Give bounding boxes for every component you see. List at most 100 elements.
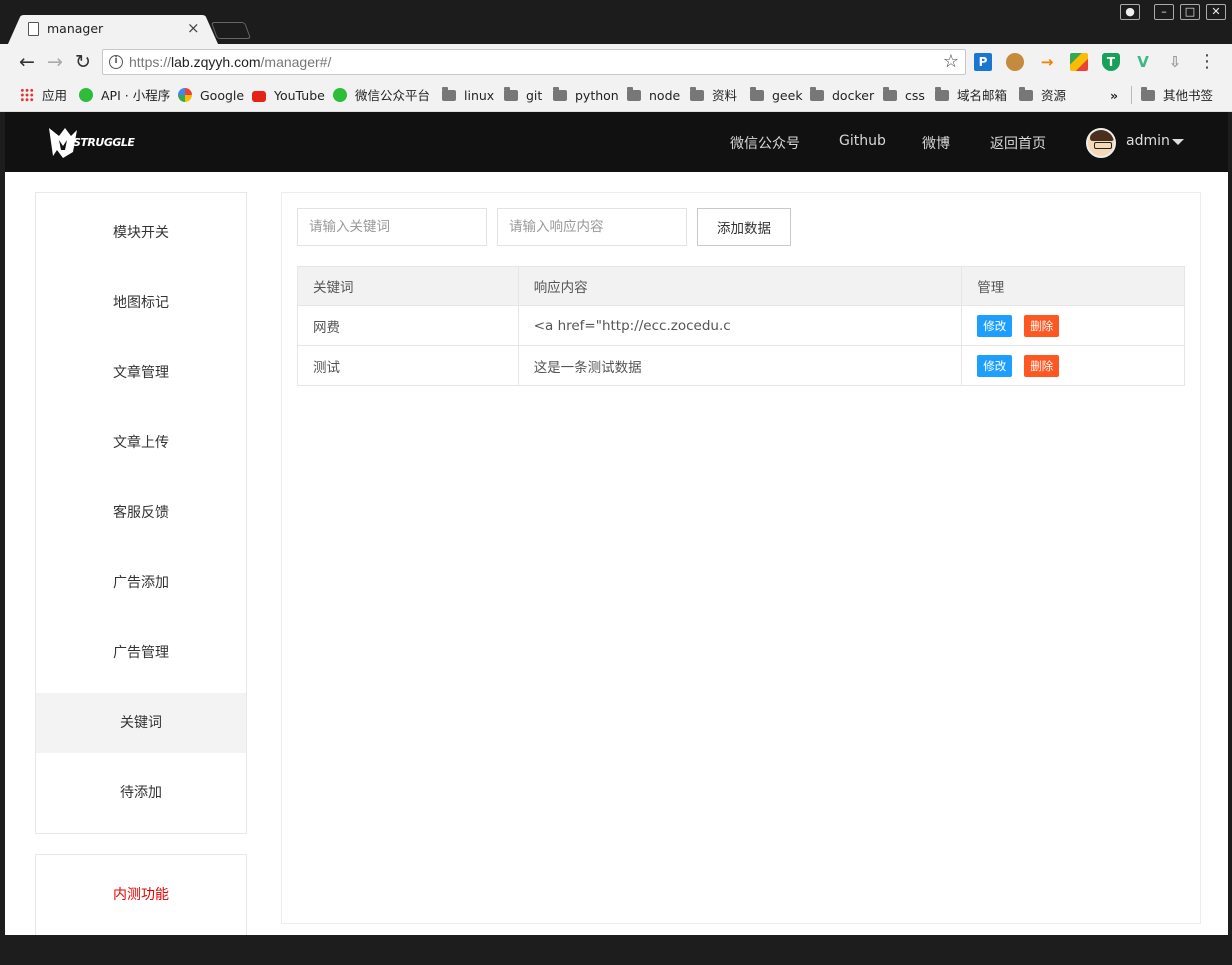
cell-manage: 修改 删除 <box>961 305 1185 346</box>
forward-arrow-icon[interactable]: → <box>44 51 66 73</box>
edit-button[interactable]: 修改 <box>977 354 1013 377</box>
bookmark-label: linux <box>464 88 495 103</box>
folder-icon <box>1019 87 1033 101</box>
bookmark-other[interactable]: 其他书签 <box>1141 87 1213 105</box>
bookmark-apps[interactable]: 应用 <box>20 87 67 105</box>
bookmark-label: docker <box>832 88 875 103</box>
bookmark-google[interactable]: Google <box>178 87 244 105</box>
bookmark-star-icon[interactable]: ☆ <box>943 51 959 72</box>
youtube-icon <box>252 91 266 102</box>
bookmark-label: API · 小程序 <box>101 88 171 103</box>
browser-menu-icon[interactable]: ⋮ <box>1198 51 1216 73</box>
bookmark-label: git <box>526 88 543 103</box>
cell-keyword: 网费 <box>297 305 519 346</box>
sidebar-item-map-markers[interactable]: 地图标记 <box>36 273 246 333</box>
site-info-icon[interactable]: i <box>109 55 123 69</box>
nav-wechat-official[interactable]: 微信公众号 <box>730 133 800 153</box>
keyword-input[interactable] <box>297 208 487 246</box>
new-tab-button[interactable] <box>210 22 252 39</box>
browser-chrome: manager × ● – □ ✕ ← → ↻ i https://lab.zq… <box>0 0 1232 112</box>
tab-strip: manager × ● – □ ✕ <box>0 0 1232 44</box>
extension-t-icon[interactable]: T <box>1102 53 1120 71</box>
bookmark-label: 资料 <box>712 88 738 103</box>
extension-cookie-icon[interactable] <box>1006 53 1024 71</box>
profile-icon[interactable]: ● <box>1120 4 1140 20</box>
bookmark-api[interactable]: API · 小程序 <box>79 87 170 105</box>
bookmark-label: css <box>905 88 925 103</box>
sidebar-item-ad-manage[interactable]: 广告管理 <box>36 623 246 683</box>
sidebar: 模块开关 地图标记 文章管理 文章上传 客服反馈 广告添加 广告管理 关键词 待… <box>35 192 247 834</box>
nav-home[interactable]: 返回首页 <box>990 133 1046 153</box>
bookmark-folder-python[interactable]: python <box>553 87 619 105</box>
reload-icon[interactable]: ↻ <box>72 51 94 73</box>
extension-arrow-icon[interactable]: → <box>1038 53 1056 71</box>
address-bar[interactable]: i https://lab.zqyyh.com/manager#/ ☆ <box>102 49 966 75</box>
bookmark-wechat-platform[interactable]: 微信公众平台 <box>333 87 430 105</box>
url-scheme: https:// <box>129 54 172 70</box>
back-arrow-icon[interactable]: ← <box>16 51 38 73</box>
sidebar-item-keywords[interactable]: 关键词 <box>36 693 246 753</box>
nav-weibo[interactable]: 微博 <box>922 133 950 153</box>
bookmark-label: python <box>575 88 619 103</box>
avatar[interactable] <box>1086 128 1116 158</box>
bookmark-folder-docker[interactable]: docker <box>810 87 874 105</box>
response-input[interactable] <box>497 208 687 246</box>
bookmark-youtube[interactable]: YouTube <box>252 87 325 105</box>
bookmark-folder-node[interactable]: node <box>627 87 680 105</box>
close-window-icon[interactable]: ✕ <box>1206 4 1226 20</box>
delete-button[interactable]: 删除 <box>1024 314 1060 337</box>
bookmark-label: 其他书签 <box>1163 88 1214 103</box>
sidebar-item-article-upload[interactable]: 文章上传 <box>36 413 246 473</box>
extension-download-icon[interactable]: ⇩ <box>1166 53 1184 71</box>
user-name[interactable]: admin <box>1126 133 1170 149</box>
maximize-icon[interactable]: □ <box>1180 4 1200 20</box>
bookmark-label: 应用 <box>42 88 68 103</box>
extension-p-icon[interactable]: P <box>974 53 992 71</box>
table-row: 测试 这是一条测试数据 修改 删除 <box>297 345 1185 386</box>
edit-button[interactable]: 修改 <box>977 314 1013 337</box>
cell-manage: 修改 删除 <box>961 345 1185 386</box>
sidebar-item-module-switch[interactable]: 模块开关 <box>36 203 246 263</box>
bookmark-folder-resources[interactable]: 资源 <box>1019 87 1066 105</box>
tab-close-icon[interactable]: × <box>187 19 200 37</box>
bookmark-folder-ziliao[interactable]: 资料 <box>690 87 737 105</box>
bookmark-folder-geek[interactable]: geek <box>750 87 803 105</box>
bookmarks-overflow-icon[interactable]: » <box>1110 87 1118 105</box>
logo-text: STRUGGLE <box>73 136 135 149</box>
bookmark-folder-css[interactable]: css <box>883 87 925 105</box>
sidebar-item-ad-add[interactable]: 广告添加 <box>36 553 246 613</box>
bookmark-folder-domain-mail[interactable]: 域名邮箱 <box>935 87 1007 105</box>
sidebar-item-article-manage[interactable]: 文章管理 <box>36 343 246 403</box>
cell-keyword: 测试 <box>297 345 519 386</box>
sidebar-item-customer-feedback[interactable]: 客服反馈 <box>36 483 246 543</box>
column-header-response: 响应内容 <box>517 266 963 306</box>
extension-color-icon[interactable] <box>1070 53 1088 71</box>
column-header-manage: 管理 <box>961 266 1185 306</box>
bookmark-label: 域名邮箱 <box>957 88 1008 103</box>
folder-icon <box>750 87 764 101</box>
cell-response: 这是一条测试数据 <box>517 345 963 386</box>
bookmark-folder-git[interactable]: git <box>504 87 542 105</box>
bookmark-label: YouTube <box>274 88 325 103</box>
bookmarks-divider <box>1131 86 1132 104</box>
browser-toolbar: ← → ↻ i https://lab.zqyyh.com/manager#/ … <box>0 44 1232 80</box>
nav-github[interactable]: Github <box>839 133 886 149</box>
minimize-icon[interactable]: – <box>1154 4 1174 20</box>
folder-icon <box>627 87 641 101</box>
folder-icon <box>504 87 518 101</box>
add-data-button[interactable]: 添加数据 <box>697 208 791 246</box>
delete-button[interactable]: 删除 <box>1024 354 1060 377</box>
beta-features-link[interactable]: 内测功能 <box>36 875 246 915</box>
apps-icon <box>20 88 34 102</box>
sidebar-item-pending[interactable]: 待添加 <box>36 763 246 823</box>
chevron-down-icon[interactable] <box>1172 139 1184 145</box>
extension-vue-icon[interactable]: V <box>1134 53 1152 71</box>
folder-icon <box>883 87 897 101</box>
bookmark-folder-linux[interactable]: linux <box>442 87 494 105</box>
beta-panel: 内测功能 <box>35 854 247 935</box>
url-text[interactable]: https://lab.zqyyh.com/manager#/ <box>129 54 331 70</box>
folder-icon <box>935 87 949 101</box>
bookmark-label: geek <box>772 88 803 103</box>
bookmark-label: 微信公众平台 <box>355 88 431 103</box>
folder-icon <box>1141 87 1155 101</box>
